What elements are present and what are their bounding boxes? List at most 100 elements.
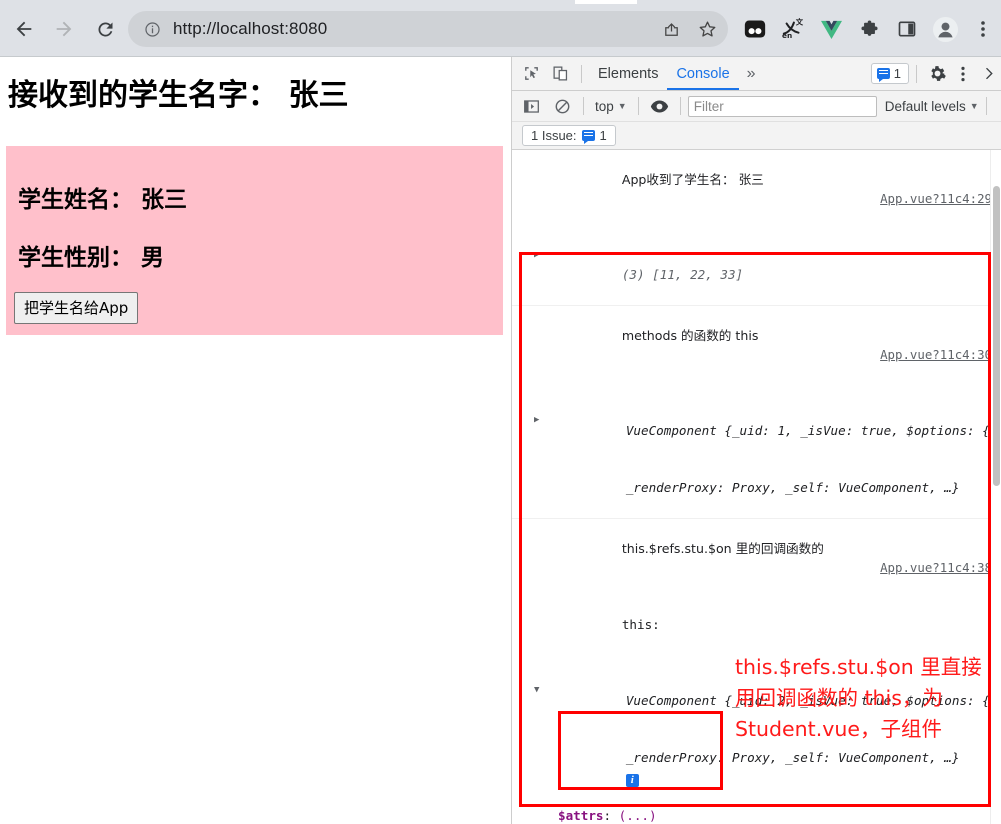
message-3-object-preview-1: VueComponent {_uid: 2, _isVue: true, $op… [625, 693, 1001, 708]
clear-console-icon[interactable] [549, 93, 576, 119]
message-3-preview-row-1[interactable]: ▼ VueComponent {_uid: 2, _isVue: true, $… [512, 653, 1001, 729]
send-student-name-button[interactable]: 把学生名给App [14, 292, 139, 324]
puzzle-extensions-icon[interactable] [854, 14, 884, 44]
object-property-tree[interactable]: $attrs: (...)▸$children: []▸$createEleme… [512, 806, 1001, 824]
forward-button[interactable] [47, 12, 81, 46]
chevron-down-icon-2: ▼ [969, 100, 979, 111]
inspect-element-icon[interactable] [518, 61, 545, 87]
devtools-menu-icon[interactable] [950, 61, 976, 87]
message-1-text-row: App收到了学生名： 张三 App.vue?11c4:29 [512, 151, 1001, 227]
message-2-preview-row-1[interactable]: ▶ VueComponent {_uid: 1, _isVue: true, $… [512, 383, 1001, 459]
web-page-viewport: 接收到的学生名字： 张三 学生姓名： 张三 学生性别： 男 把学生名给App [0, 57, 511, 824]
message-3-text-row-1: this.$refs.stu.$on 里的回调函数的 App.vue?11c4:… [512, 520, 1001, 596]
share-icon[interactable] [658, 16, 684, 42]
issues-counter-button[interactable]: 1 [870, 63, 909, 84]
console-scrollbar[interactable] [990, 150, 1001, 824]
filterbar-divider-1 [583, 97, 584, 115]
log-levels-value: Default levels [884, 98, 966, 114]
property-attrs-key: $attrs [558, 808, 604, 823]
svg-text:文: 文 [795, 18, 804, 26]
console-filter-input[interactable] [687, 95, 877, 117]
message-3-text-2: this: [621, 617, 660, 632]
message-2-text-row: methods 的函数的 this App.vue?11c4:30 [512, 307, 1001, 383]
filterbar-divider-4 [985, 97, 987, 115]
execution-context-select[interactable]: top ▼ [591, 99, 631, 114]
message-2-object-preview-2: _renderProxy: Proxy, _self: VueComponent… [625, 480, 960, 495]
console-message-list[interactable]: App收到了学生名： 张三 App.vue?11c4:29 ▶ (3) [11,… [512, 150, 1001, 824]
property-attrs-separator: : [603, 808, 619, 823]
vue-devtools-icon[interactable] [816, 14, 846, 44]
log-levels-select[interactable]: Default levels ▼ [885, 99, 979, 114]
message-bubble-icon-2 [581, 130, 595, 144]
console-message-2[interactable]: methods 的函数的 this App.vue?11c4:30 ▶ VueC… [512, 306, 1001, 519]
bookmark-star-icon[interactable] [694, 16, 720, 42]
side-panel-icon[interactable] [892, 14, 922, 44]
message-2-preview-row-2: _renderProxy: Proxy, _self: VueComponent… [512, 459, 1001, 516]
info-badge-icon[interactable]: i [625, 774, 639, 787]
message-3-text-1: this.$refs.stu.$on 里的回调函数的 [621, 541, 824, 556]
console-settings-gear-icon[interactable] [994, 93, 1001, 119]
console-sidebar-toggle-icon[interactable] [518, 93, 545, 119]
reload-icon [97, 21, 112, 36]
student-sex-text: 学生性别： 男 [18, 245, 165, 271]
message-1-array-preview: (3) [11, 22, 33] [621, 267, 744, 282]
address-bar-url: http://localhost:8080 [173, 19, 328, 38]
devtools-right-icons [924, 61, 1001, 87]
message-1-text: App收到了学生名： 张三 [621, 172, 764, 187]
live-expression-eye-icon[interactable] [646, 93, 673, 119]
dark-reader-icon[interactable] [740, 14, 770, 44]
site-info-icon[interactable] [142, 19, 162, 39]
page-title: 接收到的学生名字： 张三 [8, 78, 349, 113]
console-scrollbar-thumb[interactable] [993, 186, 1000, 486]
back-button[interactable] [7, 12, 41, 46]
devtools-tabbar: Elements Console » 1 [512, 57, 1001, 91]
message-2-text: methods 的函数的 this [621, 328, 759, 343]
back-arrow-icon [16, 21, 32, 37]
message-1-source-link[interactable]: App.vue?11c4:29 [880, 189, 992, 208]
student-component-panel: 学生姓名： 张三 学生性别： 男 把学生名给App [6, 146, 503, 335]
toolbar-divider-2 [916, 64, 917, 83]
toolbar-divider [581, 64, 582, 83]
expand-triangle-icon[interactable]: ▶ [534, 246, 539, 265]
devtools-panel: Elements Console » 1 top ▼ Filter Defaul… [511, 57, 1001, 824]
message-bubble-icon [876, 68, 890, 82]
device-toolbar-icon[interactable] [547, 61, 574, 87]
message-3-source-link[interactable]: App.vue?11c4:38 [880, 558, 992, 577]
issue-summary-label: 1 Issue: [531, 128, 577, 143]
filterbar-divider-2 [637, 97, 639, 115]
address-bar[interactable]: http://localhost:8080 [128, 11, 728, 47]
omnibox-actions [658, 11, 720, 47]
collapse-triangle-icon[interactable]: ▼ [534, 672, 539, 708]
settings-gear-icon[interactable] [924, 61, 950, 87]
tab-strip-stub [575, 0, 637, 4]
execution-context-value: top [595, 98, 614, 114]
message-2-object-preview-1: VueComponent {_uid: 1, _isVue: true, $op… [625, 423, 1001, 438]
forward-arrow-icon [56, 21, 72, 37]
message-3-text-row-2: this: [512, 596, 1001, 653]
console-message-3[interactable]: this.$refs.stu.$on 里的回调函数的 App.vue?11c4:… [512, 519, 1001, 824]
more-tabs-icon[interactable]: » [739, 65, 764, 83]
property-attrs-value: (...) [618, 808, 657, 823]
issue-summary-count: 1 [599, 128, 607, 143]
translate-icon[interactable]: en 文 [778, 14, 808, 44]
issue-summary-chip[interactable]: 1 Issue: 1 [522, 125, 616, 146]
browser-toolbar: http://localhost:8080 en 文 [0, 0, 1001, 57]
reload-button[interactable] [88, 12, 122, 46]
expand-triangle-icon-2[interactable]: ▶ [534, 402, 539, 438]
close-devtools-chevron-icon[interactable] [976, 61, 1001, 87]
svg-text:en: en [782, 31, 792, 40]
console-message-1[interactable]: App收到了学生名： 张三 App.vue?11c4:29 ▶ (3) [11,… [512, 150, 1001, 306]
property-attrs-row[interactable]: $attrs: (...) [512, 806, 1001, 824]
profile-avatar-icon[interactable] [930, 14, 960, 44]
tab-console[interactable]: Console [667, 57, 738, 90]
extension-icons: en 文 [740, 11, 998, 47]
console-filter-bar: top ▼ Default levels ▼ [512, 91, 1001, 122]
issues-count: 1 [893, 66, 901, 81]
message-1-array-row[interactable]: ▶ (3) [11, 22, 33] [512, 227, 1001, 303]
tab-elements[interactable]: Elements [589, 57, 667, 90]
message-2-source-link[interactable]: App.vue?11c4:30 [880, 345, 992, 364]
student-name-text: 学生姓名： 张三 [18, 187, 188, 213]
chrome-menu-icon[interactable] [968, 14, 998, 44]
chevron-down-icon: ▼ [617, 100, 627, 111]
console-issue-bar: 1 Issue: 1 [512, 122, 1001, 150]
